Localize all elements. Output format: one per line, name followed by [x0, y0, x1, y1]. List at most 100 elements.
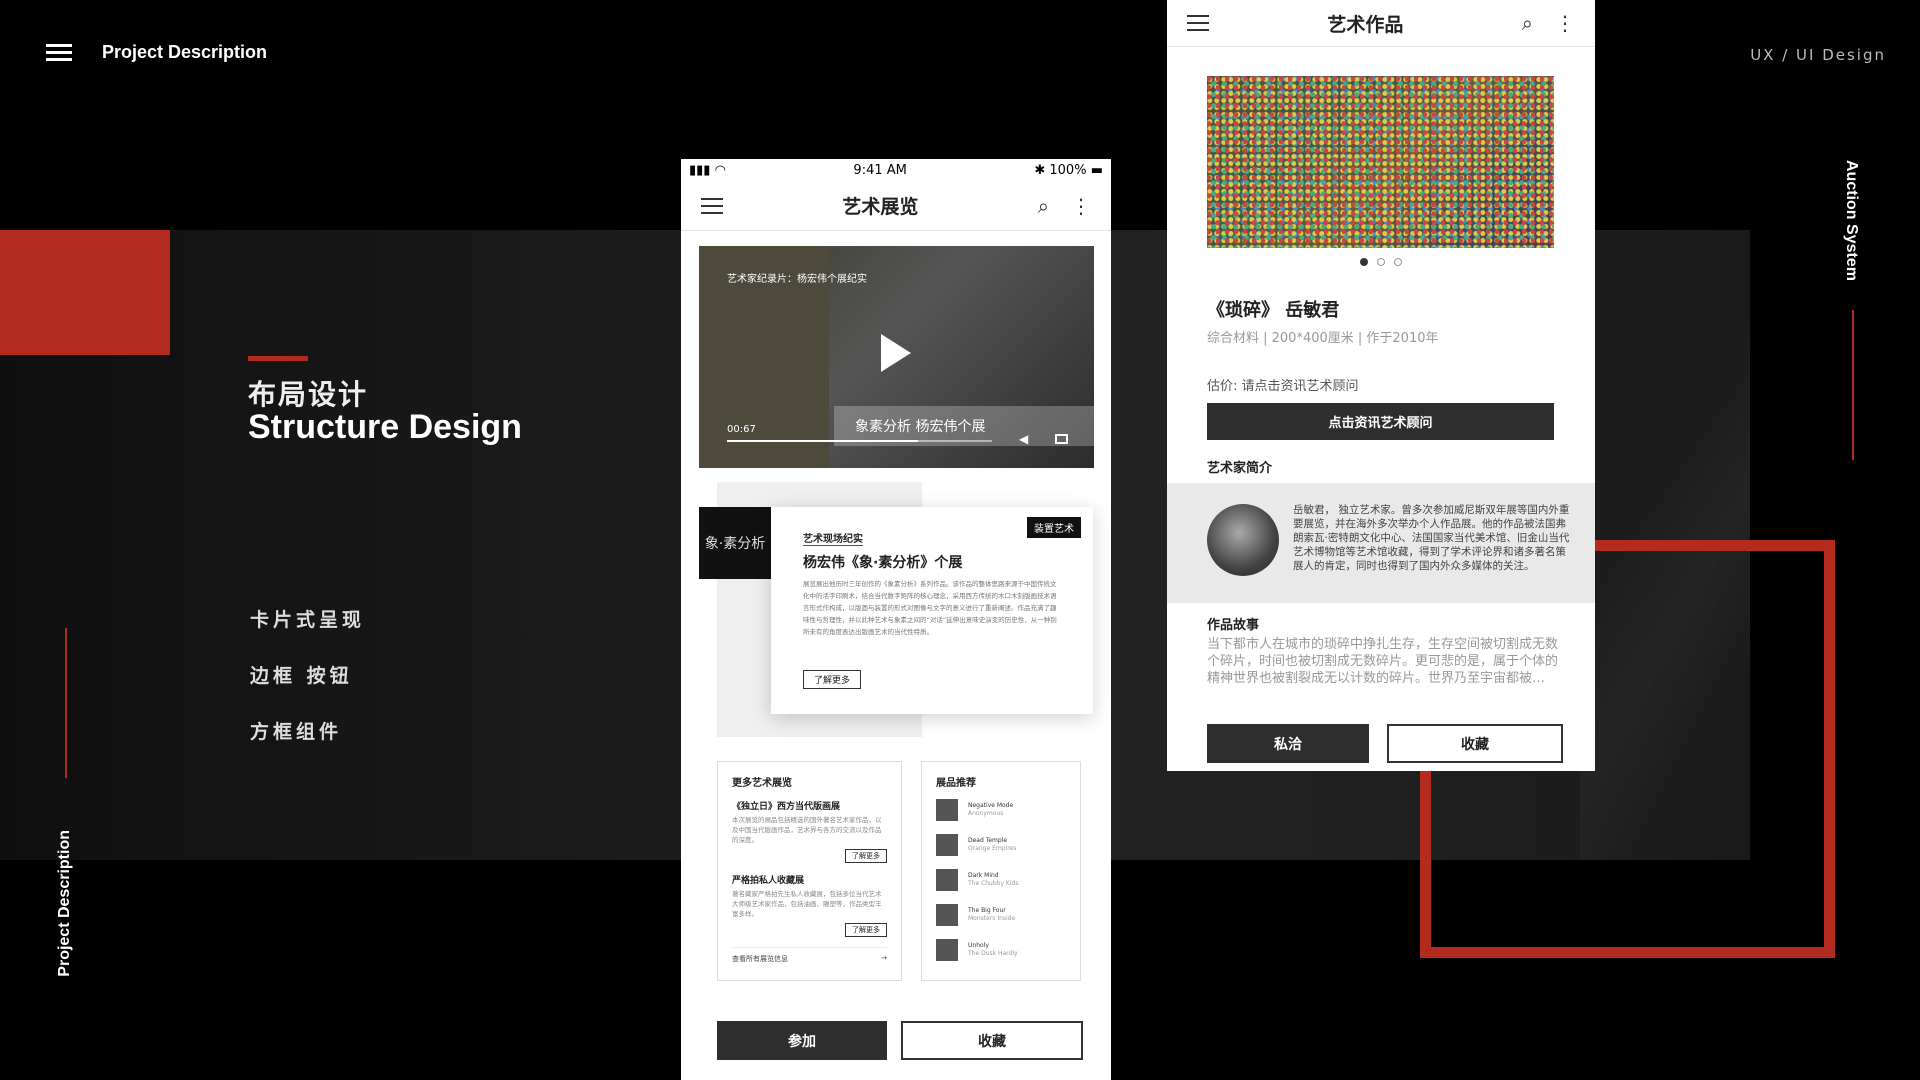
favorite-button[interactable]: 收藏	[901, 1021, 1083, 1060]
product-name: Dark Mind	[968, 872, 999, 879]
screen-title: 艺术作品	[1327, 13, 1404, 36]
video-progress-fill	[727, 440, 918, 442]
view-all-link[interactable]: 查看所有展览信息 →	[732, 947, 887, 964]
story-heading: 作品故事	[1207, 618, 1260, 633]
product-name: The Big Four	[968, 907, 1006, 914]
story-text: 当下都市人在城市的琐碎中挣扎生存，生存空间被切割成无数个碎片，时间也被切割成无数…	[1207, 637, 1559, 686]
product-sub: The Chubby Kids	[968, 880, 1019, 887]
card-thumbnail: 象·素分析	[699, 507, 771, 579]
box-title: 更多艺术展览	[732, 778, 792, 789]
more-vertical-icon[interactable]: ⋮	[1071, 194, 1091, 218]
card-kicker: 艺术现场纪实	[803, 530, 863, 546]
card-title: 杨宏伟《象·素分析》个展	[803, 555, 963, 571]
learn-more-button[interactable]: 了解更多	[845, 849, 887, 863]
vertical-label-left: Project Description	[56, 830, 73, 977]
vertical-label-right: Auction System	[1843, 160, 1860, 281]
hamburger-icon[interactable]	[1187, 15, 1209, 31]
product-sub: Anonymous	[968, 810, 1004, 817]
private-message-button[interactable]: 私洽	[1207, 724, 1369, 763]
list-item[interactable]: The Big Four Monsters Inside	[936, 904, 1066, 926]
box-title: 展品推荐	[936, 778, 976, 789]
estimate-text: 估价: 请点击资讯艺术顾问	[1207, 379, 1359, 394]
video-time: 00:67	[727, 424, 756, 435]
product-name: Negative Mode	[968, 802, 1014, 809]
bluetooth-icon: ✱	[1034, 162, 1046, 178]
video-progress[interactable]	[727, 440, 992, 442]
video-caption: 艺术家纪录片：杨宏伟个展纪实	[727, 274, 867, 285]
carousel-dot[interactable]	[1377, 258, 1385, 266]
play-icon[interactable]	[881, 334, 911, 372]
learn-more-button[interactable]: 了解更多	[845, 923, 887, 937]
screen-title: 艺术展览	[842, 196, 919, 218]
product-sub: Monsters Inside	[968, 915, 1016, 922]
consult-advisor-button[interactable]: 点击资讯艺术顾问	[1207, 403, 1554, 440]
list-item[interactable]: Dead Temple Orange Empires	[936, 834, 1066, 856]
list-item-body: 著名藏家严格拍先生私人收藏展，包括多位当代艺术大师级艺术家作品，包括油画、雕塑等…	[732, 890, 882, 918]
fullscreen-icon[interactable]	[1055, 434, 1068, 444]
app-bar: 艺术作品 ⌕ ⋮	[1167, 0, 1595, 47]
card-body: 展览展出他历时三年创作的《象素分析》系列作品。该作品的整体思路来源于中国传统文化…	[803, 580, 1057, 636]
accent-line-right	[1852, 310, 1854, 460]
list-item-title[interactable]: 《独立日》西方当代版画展	[732, 799, 887, 812]
list-item-title[interactable]: 严格拍私人收藏展	[732, 873, 887, 886]
signal-icon: ▮▮▮ ◠	[689, 162, 726, 178]
product-recommend-box: 展品推荐 Negative Mode Anonymous Dead Temple O…	[921, 761, 1081, 981]
list-item-body: 本次展览的展品包括精选的国外著名艺术家作品，以及中国当代版画作品，艺术界与各方的…	[732, 816, 882, 844]
battery-label: 100%	[1049, 162, 1087, 178]
phone-exhibition-screen: ▮▮▮ ◠ 9:41 AM ✱ 100% ▬ 艺术展览 ⌕ ⋮ 艺术家纪录片：杨…	[681, 159, 1111, 1080]
hamburger-icon[interactable]	[701, 197, 723, 214]
feature-item: 方框组件	[250, 721, 343, 743]
product-thumbnail	[936, 869, 958, 891]
avatar[interactable]	[1207, 504, 1279, 576]
product-thumbnail	[936, 904, 958, 926]
join-button[interactable]: 参加	[717, 1021, 887, 1060]
menu-icon[interactable]	[46, 44, 72, 62]
project-title: Project Description	[102, 42, 268, 62]
favorite-button[interactable]: 收藏	[1387, 724, 1563, 763]
product-name: Unholy	[968, 942, 989, 949]
category-badge: 装置艺术	[1027, 517, 1081, 538]
more-vertical-icon[interactable]: ⋮	[1555, 11, 1575, 35]
artwork-title: 《琐碎》 岳敏君	[1207, 300, 1340, 321]
section-accent-dash	[248, 356, 308, 361]
list-item[interactable]: Dark Mind The Chubby Kids	[936, 869, 1066, 891]
artist-panel: 岳敏君， 独立艺术家。曾多次参加威尼斯双年展等国内外重要展览，并在海外多次举办个…	[1167, 483, 1595, 603]
accent-line-left	[65, 628, 67, 778]
section-title-cn: 布局设计	[248, 378, 369, 411]
battery-icon: ▬	[1090, 162, 1103, 178]
artist-bio: 岳敏君， 独立艺术家。曾多次参加威尼斯双年展等国内外重要展览，并在海外多次举办个…	[1293, 504, 1570, 572]
carousel-dot[interactable]	[1394, 258, 1402, 266]
category-tag: UX / UI Design	[1750, 46, 1886, 64]
more-exhibitions-box: 更多艺术展览 《独立日》西方当代版画展 本次展览的展品包括精选的国外著名艺术家作…	[717, 761, 902, 981]
product-sub: Orange Empires	[968, 845, 1017, 852]
exhibition-card[interactable]: 装置艺术 艺术现场纪实 杨宏伟《象·素分析》个展 展览展出他历时三年创作的《象素…	[771, 507, 1093, 714]
section-title-en: Structure Design	[248, 408, 522, 446]
learn-more-button[interactable]: 了解更多	[803, 670, 862, 689]
search-icon[interactable]: ⌕	[1038, 194, 1049, 218]
carousel-dot-active[interactable]	[1360, 258, 1368, 266]
status-time: 9:41 AM	[853, 162, 907, 178]
phone-artwork-screen: 艺术作品 ⌕ ⋮ 《琐碎》 岳敏君 综合材料 | 200*400厘米 | 作于2…	[1167, 0, 1595, 771]
product-sub: The Dusk Hardly	[968, 950, 1018, 957]
video-player[interactable]: 艺术家纪录片：杨宏伟个展纪实 象素分析 杨宏伟个展 00:67 ◀	[699, 246, 1094, 468]
product-thumbnail	[936, 799, 958, 821]
list-item[interactable]: Unholy The Dusk Hardly	[936, 939, 1066, 961]
product-name: Dead Temple	[968, 837, 1008, 844]
volume-icon[interactable]: ◀	[1019, 432, 1028, 446]
accent-block	[0, 230, 170, 355]
battery-area: ✱ 100% ▬	[1034, 163, 1103, 178]
product-thumbnail	[936, 939, 958, 961]
status-bar: ▮▮▮ ◠ 9:41 AM ✱ 100% ▬	[681, 159, 1111, 181]
app-bar: 艺术展览 ⌕ ⋮	[681, 181, 1111, 231]
arrow-right-icon: →	[881, 954, 887, 962]
artist-heading: 艺术家简介	[1207, 461, 1273, 476]
video-subtitle: 象素分析 杨宏伟个展	[855, 419, 986, 435]
list-item[interactable]: Negative Mode Anonymous	[936, 799, 1066, 821]
product-thumbnail	[936, 834, 958, 856]
view-all-label: 查看所有展览信息	[732, 955, 788, 963]
feature-item: 卡片式呈现	[250, 609, 366, 631]
carousel-dots[interactable]	[1167, 258, 1595, 266]
artwork-meta: 综合材料 | 200*400厘米 | 作于2010年	[1207, 331, 1439, 346]
artwork-image[interactable]	[1207, 76, 1554, 248]
search-icon[interactable]: ⌕	[1522, 11, 1533, 35]
